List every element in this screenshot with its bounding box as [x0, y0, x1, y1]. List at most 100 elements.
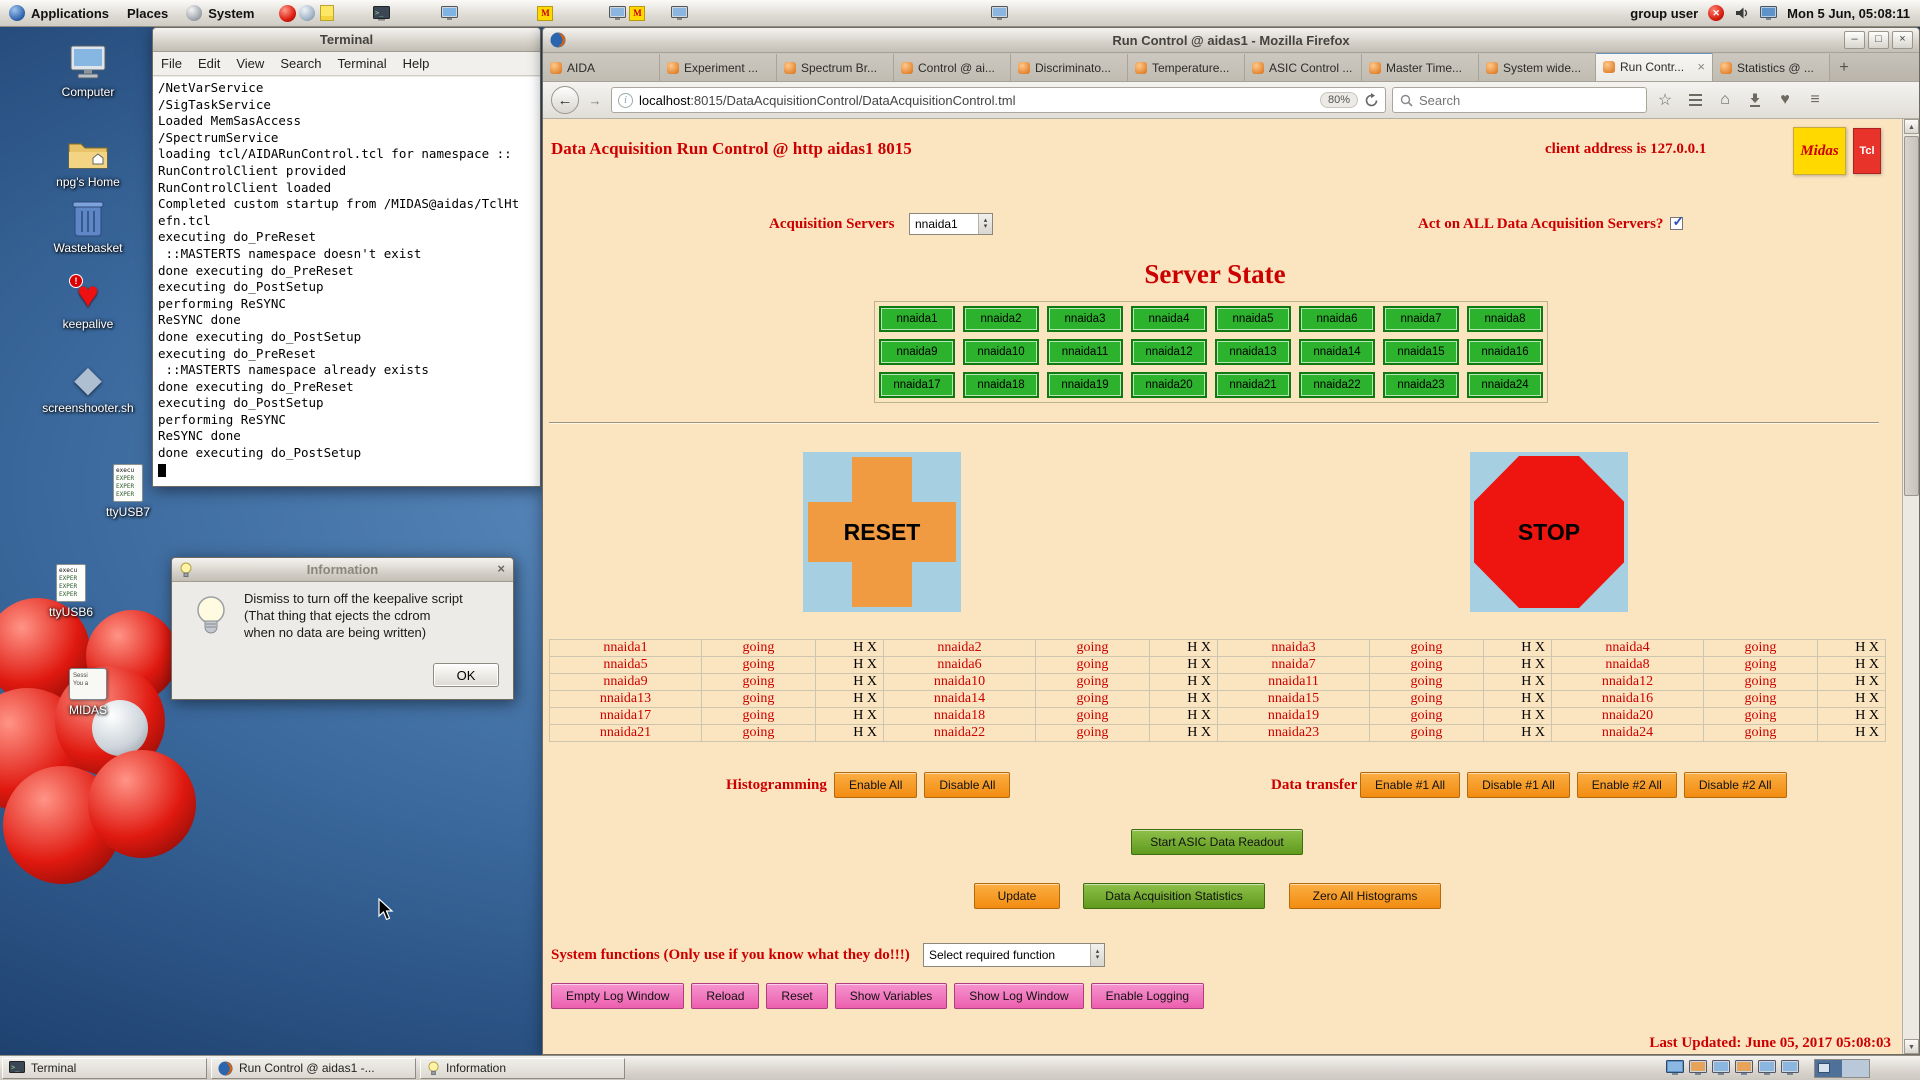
- browser-tab-asic-control[interactable]: ASIC Control ...: [1245, 54, 1362, 81]
- site-identity-icon[interactable]: i: [618, 93, 633, 108]
- scrollbar-thumb[interactable]: [1904, 136, 1919, 496]
- empty-log-window-button[interactable]: Empty Log Window: [551, 983, 684, 1009]
- browser-tab-system-wide[interactable]: System wide...: [1479, 54, 1596, 81]
- display-launcher-icon[interactable]: [439, 3, 459, 23]
- server-state-button-nnaida4[interactable]: nnaida4: [1131, 306, 1207, 332]
- status-flags[interactable]: H X: [1818, 657, 1886, 674]
- page-scrollbar[interactable]: ▲ ▼: [1902, 119, 1919, 1054]
- status-flags[interactable]: H X: [1150, 657, 1218, 674]
- enable-logging-button[interactable]: Enable Logging: [1091, 983, 1204, 1009]
- status-flags[interactable]: H X: [816, 725, 884, 742]
- server-state-button-nnaida21[interactable]: nnaida21: [1215, 372, 1291, 398]
- tray-display-icon[interactable]: [1735, 1060, 1753, 1076]
- search-bar[interactable]: [1392, 87, 1647, 113]
- server-state-button-nnaida6[interactable]: nnaida6: [1299, 306, 1375, 332]
- taskbar-item-terminal[interactable]: >_ Terminal: [2, 1058, 207, 1079]
- status-flags[interactable]: H X: [816, 674, 884, 691]
- midas-launcher-icon[interactable]: M: [627, 3, 647, 23]
- stop-button[interactable]: STOP: [1470, 452, 1628, 612]
- status-flags[interactable]: H X: [1150, 674, 1218, 691]
- status-flags[interactable]: H X: [1818, 725, 1886, 742]
- disable-1-all-button[interactable]: Disable #1 All: [1467, 772, 1570, 798]
- applications-menu[interactable]: Applications: [0, 0, 118, 26]
- enable-2-all-button[interactable]: Enable #2 All: [1577, 772, 1677, 798]
- server-state-button-nnaida3[interactable]: nnaida3: [1047, 306, 1123, 332]
- disable-2-all-button[interactable]: Disable #2 All: [1684, 772, 1787, 798]
- new-tab-button[interactable]: +: [1830, 55, 1858, 81]
- server-state-button-nnaida16[interactable]: nnaida16: [1467, 339, 1543, 365]
- browser-tab-statistics[interactable]: Statistics @ ...: [1713, 54, 1830, 81]
- download-icon[interactable]: [1743, 88, 1767, 112]
- system-functions-select[interactable]: Select required function ▴▾: [923, 943, 1105, 967]
- browser-tab-spectrum-br[interactable]: Spectrum Br...: [777, 54, 894, 81]
- status-flags[interactable]: H X: [1818, 691, 1886, 708]
- volume-icon[interactable]: [1734, 5, 1750, 21]
- bookmark-star-icon[interactable]: ☆: [1653, 88, 1677, 112]
- menu-help[interactable]: Help: [395, 56, 438, 71]
- display-launcher-icon[interactable]: [989, 3, 1009, 23]
- desktop-icon-midas[interactable]: Sessi You a MIDAS: [40, 658, 136, 717]
- tray-display-blue-icon[interactable]: [1666, 1060, 1684, 1076]
- server-state-button-nnaida5[interactable]: nnaida5: [1215, 306, 1291, 332]
- tray-display-icon[interactable]: [1712, 1060, 1730, 1076]
- status-flags[interactable]: H X: [1150, 725, 1218, 742]
- display-tray-icon[interactable]: [1760, 6, 1777, 21]
- desktop-icon-wastebasket[interactable]: Wastebasket: [40, 196, 136, 255]
- server-state-button-nnaida10[interactable]: nnaida10: [963, 339, 1039, 365]
- maximize-button[interactable]: □: [1868, 31, 1889, 49]
- browser-tab-master-time[interactable]: Master Time...: [1362, 54, 1479, 81]
- reset-button[interactable]: RESET: [803, 452, 961, 612]
- menu-terminal[interactable]: Terminal: [330, 56, 395, 71]
- display-launcher-icon[interactable]: [607, 3, 627, 23]
- menu-view[interactable]: View: [228, 56, 272, 71]
- server-state-button-nnaida23[interactable]: nnaida23: [1383, 372, 1459, 398]
- tray-display-icon[interactable]: [1758, 1060, 1776, 1076]
- server-state-button-nnaida22[interactable]: nnaida22: [1299, 372, 1375, 398]
- menu-search[interactable]: Search: [272, 56, 329, 71]
- start-asic-readout-button[interactable]: Start ASIC Data Readout: [1131, 829, 1303, 855]
- tray-display-icon[interactable]: [1781, 1060, 1799, 1076]
- taskbar-item-information[interactable]: Information: [420, 1058, 625, 1079]
- desktop-icon-computer[interactable]: Computer: [40, 40, 136, 99]
- server-state-button-nnaida2[interactable]: nnaida2: [963, 306, 1039, 332]
- disable-all-button[interactable]: Disable All: [924, 772, 1010, 798]
- update-button[interactable]: Update: [974, 883, 1060, 909]
- server-state-button-nnaida24[interactable]: nnaida24: [1467, 372, 1543, 398]
- server-state-button-nnaida7[interactable]: nnaida7: [1383, 306, 1459, 332]
- bookmarks-menu-icon[interactable]: [1683, 88, 1707, 112]
- show-log-window-button[interactable]: Show Log Window: [954, 983, 1083, 1009]
- status-flags[interactable]: H X: [1150, 640, 1218, 657]
- desktop-icon-ttyusb6[interactable]: execu EXPER EXPER EXPER ttyUSB6: [23, 560, 119, 619]
- act-on-all-checkbox[interactable]: [1670, 217, 1683, 230]
- terminal-output[interactable]: /NetVarService/SigTaskServiceLoaded MemS…: [153, 77, 540, 486]
- display-launcher-icon[interactable]: [669, 3, 689, 23]
- workspace-2[interactable]: [1842, 1060, 1869, 1077]
- status-flags[interactable]: H X: [1150, 691, 1218, 708]
- server-state-button-nnaida18[interactable]: nnaida18: [963, 372, 1039, 398]
- terminal-titlebar[interactable]: Terminal: [153, 28, 540, 52]
- desktop-icon-home[interactable]: npg's Home: [40, 130, 136, 189]
- notification-icon[interactable]: ✕: [1708, 5, 1724, 21]
- back-button[interactable]: ←: [551, 86, 579, 114]
- status-flags[interactable]: H X: [1484, 708, 1552, 725]
- workspace-switcher[interactable]: [1814, 1059, 1870, 1078]
- browser-tab-run-contr[interactable]: Run Contr...×: [1596, 52, 1713, 81]
- browser-tab-experiment[interactable]: Experiment ...: [660, 54, 777, 81]
- zoom-indicator[interactable]: 80%: [1320, 92, 1358, 108]
- workspace-1[interactable]: [1815, 1060, 1842, 1077]
- ok-button[interactable]: OK: [433, 663, 499, 687]
- status-flags[interactable]: H X: [1484, 691, 1552, 708]
- home-icon[interactable]: ⌂: [1713, 88, 1737, 112]
- acquisition-server-select[interactable]: nnaida1 ▴▾: [909, 213, 993, 235]
- dialog-close-icon[interactable]: ×: [497, 561, 505, 576]
- menu-icon[interactable]: ≡: [1803, 88, 1827, 112]
- reload-icon[interactable]: [1364, 93, 1379, 108]
- menu-edit[interactable]: Edit: [190, 56, 228, 71]
- server-state-button-nnaida1[interactable]: nnaida1: [879, 306, 955, 332]
- browser-launcher-icon[interactable]: [277, 3, 297, 23]
- server-state-button-nnaida8[interactable]: nnaida8: [1467, 306, 1543, 332]
- clock[interactable]: Mon 5 Jun, 05:08:11: [1787, 6, 1910, 21]
- server-state-button-nnaida19[interactable]: nnaida19: [1047, 372, 1123, 398]
- status-flags[interactable]: H X: [1818, 708, 1886, 725]
- server-state-button-nnaida15[interactable]: nnaida15: [1383, 339, 1459, 365]
